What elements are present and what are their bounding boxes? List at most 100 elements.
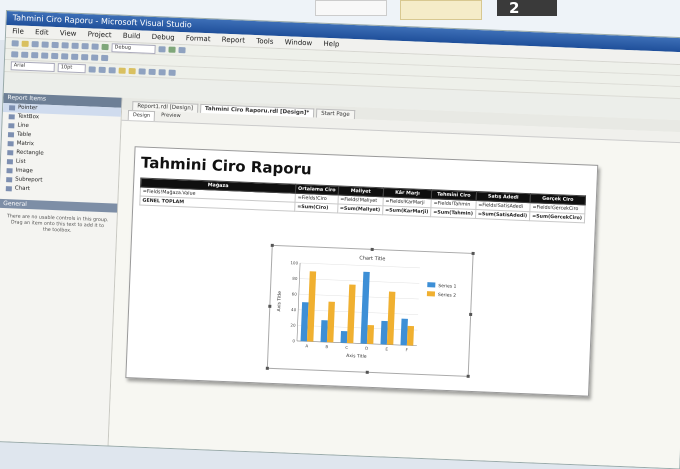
matrix-icon	[7, 141, 14, 147]
x-axis	[296, 340, 417, 347]
copy-icon[interactable]	[61, 42, 69, 49]
menu-file[interactable]: File	[12, 27, 24, 35]
redo-icon[interactable]	[91, 43, 99, 50]
configuration-select[interactable]: Debug	[111, 42, 156, 54]
align-middle-icon[interactable]	[51, 52, 59, 60]
resize-handle[interactable]	[365, 370, 369, 374]
line-icon	[8, 123, 15, 129]
chart-title: Chart Title	[359, 255, 385, 262]
table-cell[interactable]: =Sum(GercekCiro)	[529, 211, 585, 223]
report-table[interactable]: Mağaza Ortalama Ciro Maliyet Kâr Marjı T…	[139, 178, 586, 224]
step-badge: 2	[497, 0, 557, 16]
align-center-icon[interactable]	[21, 51, 29, 58]
report-title[interactable]: Tahmini Ciro Raporu	[141, 154, 312, 179]
menu-build[interactable]: Build	[123, 32, 141, 41]
open-folder-icon[interactable]	[21, 40, 29, 47]
resize-handle[interactable]	[268, 304, 272, 308]
menu-format[interactable]: Format	[186, 34, 211, 43]
text-align-left-icon[interactable]	[138, 67, 146, 75]
chart-bar	[400, 318, 408, 346]
align-left-icon[interactable]	[11, 51, 19, 58]
menu-tools[interactable]: Tools	[256, 37, 274, 46]
align-bottom-icon[interactable]	[61, 53, 69, 60]
y-tick-label: 20	[290, 323, 296, 328]
properties-icon[interactable]	[178, 46, 186, 54]
align-right-icon[interactable]	[31, 52, 39, 59]
text-align-right-icon[interactable]	[158, 68, 166, 75]
undo-icon[interactable]	[81, 43, 89, 50]
menu-help[interactable]: Help	[323, 40, 339, 49]
chart-bar	[346, 284, 356, 344]
legend-swatch	[426, 291, 436, 297]
align-top-icon[interactable]	[41, 52, 49, 59]
font-select[interactable]: Arial	[10, 61, 55, 72]
y-axis-label: Axis Title	[276, 291, 283, 312]
subreport-icon	[6, 177, 13, 183]
chart-control[interactable]: Chart Title 0 20 40 60 80 100 A B C D E F Axis Title A…	[265, 243, 475, 378]
background-window-fragment	[315, 0, 387, 16]
ide-window: Tahmini Ciro Raporu - Microsoft Visual S…	[0, 10, 680, 469]
solution-explorer-icon[interactable]	[168, 46, 176, 53]
report-design-surface[interactable]: Tahmini Ciro Raporu Mağaza Ortalama Ciro…	[125, 146, 599, 397]
bar-chart: Chart Title 0 20 40 60 80 100 A B C D E F Axis Title A…	[276, 255, 457, 360]
table-cell[interactable]: =Sum(SatisAdedi)	[475, 209, 530, 221]
resize-handle[interactable]	[265, 366, 269, 370]
table-cell[interactable]: =Sum(Maliyet)	[337, 203, 383, 215]
same-size-icon[interactable]	[91, 54, 99, 61]
resize-handle[interactable]	[466, 374, 470, 378]
document-area: Report1.rdl [Design] Tahmini Ciro Raporu…	[108, 97, 680, 469]
save-icon[interactable]	[31, 41, 39, 48]
resize-handle[interactable]	[370, 247, 374, 251]
background-color-icon[interactable]	[128, 67, 136, 74]
menu-view[interactable]: View	[60, 29, 77, 38]
start-debug-icon[interactable]	[101, 43, 109, 51]
x-tick-label: B	[325, 344, 328, 349]
legend-label: Series 1	[438, 283, 456, 290]
x-tick-label: E	[385, 347, 388, 352]
same-height-icon[interactable]	[81, 54, 89, 61]
table-cell[interactable]: =Sum(KarMarji)	[382, 205, 432, 217]
resize-handle[interactable]	[469, 312, 473, 316]
save-all-icon[interactable]	[41, 41, 49, 48]
font-color-icon[interactable]	[118, 67, 126, 74]
y-axis	[296, 262, 301, 341]
menu-window[interactable]: Window	[284, 38, 312, 47]
list-icon	[6, 159, 14, 165]
paste-icon[interactable]	[71, 42, 79, 49]
menu-edit[interactable]: Edit	[35, 28, 49, 37]
menu-debug[interactable]: Debug	[151, 33, 174, 42]
font-size-select[interactable]: 10pt	[57, 63, 86, 74]
spacing-icon[interactable]	[101, 54, 109, 62]
x-tick-label: A	[305, 343, 308, 348]
y-tick-label: 60	[292, 291, 298, 296]
y-tick-label: 40	[291, 307, 297, 312]
table-cell[interactable]: =Sum(Tahmin)	[430, 207, 476, 219]
underline-icon[interactable]	[108, 66, 116, 73]
tab-preview[interactable]: Preview	[157, 111, 185, 122]
chart-bar	[366, 325, 375, 345]
x-axis-label: Axis Title	[346, 353, 367, 360]
menu-report[interactable]: Report	[222, 36, 246, 45]
table-cell[interactable]: =Sum(Ciro)	[294, 202, 338, 213]
find-icon[interactable]	[158, 46, 166, 53]
image-icon	[6, 168, 13, 174]
cut-icon[interactable]	[51, 41, 59, 49]
y-tick-label: 80	[292, 276, 298, 281]
border-icon[interactable]	[168, 69, 176, 76]
gridline	[300, 262, 420, 269]
new-file-icon[interactable]	[11, 40, 19, 47]
legend-label: Series 2	[438, 292, 456, 299]
resize-handle[interactable]	[471, 251, 475, 256]
tab-design[interactable]: Design	[127, 109, 156, 122]
tab-start-page[interactable]: Start Page	[316, 108, 355, 120]
y-tick-label: 0	[292, 338, 295, 343]
same-width-icon[interactable]	[71, 53, 79, 60]
bold-icon[interactable]	[88, 65, 96, 73]
italic-icon[interactable]	[98, 66, 106, 73]
menu-project[interactable]: Project	[88, 30, 112, 39]
legend-swatch	[427, 282, 436, 288]
chart-bar	[326, 301, 335, 343]
resize-handle[interactable]	[270, 243, 274, 247]
text-align-center-icon[interactable]	[148, 68, 156, 75]
x-tick-label: D	[365, 346, 368, 351]
